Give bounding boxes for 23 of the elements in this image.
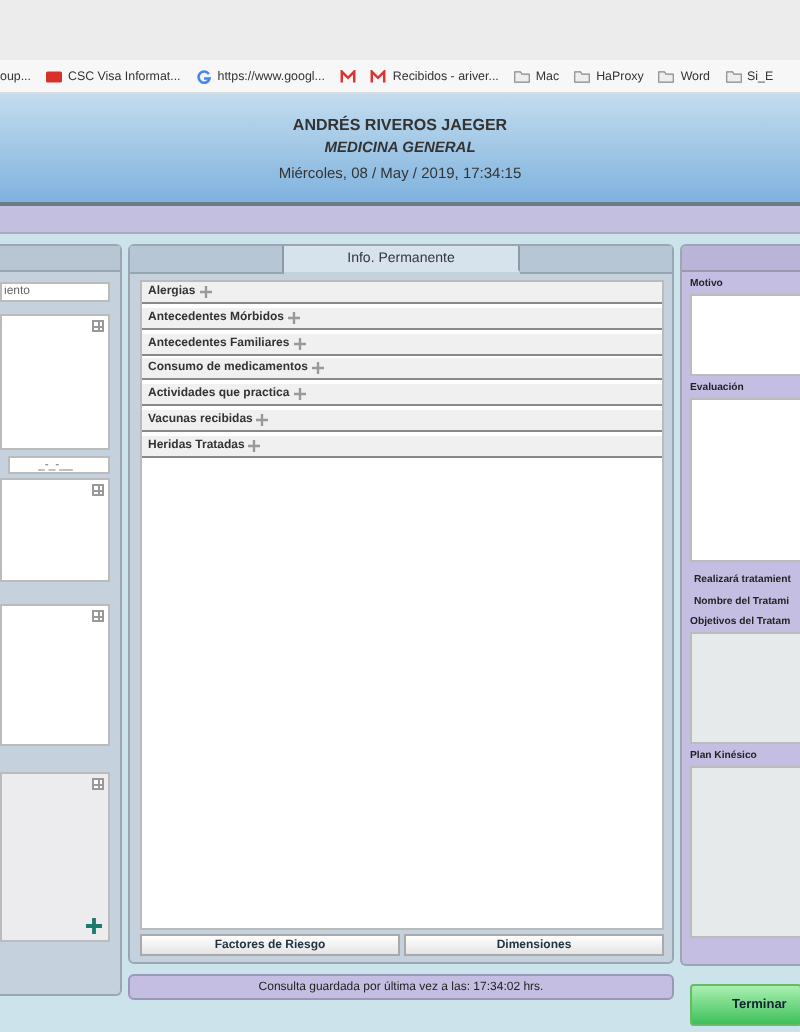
- folder-icon: [513, 69, 530, 83]
- plus-icon[interactable]: [256, 413, 269, 426]
- plus-icon[interactable]: [248, 439, 261, 452]
- card-icon: [45, 69, 62, 83]
- text-area[interactable]: [690, 398, 800, 562]
- folder-icon: [725, 69, 741, 83]
- expand-icon[interactable]: [92, 320, 104, 332]
- plus-icon[interactable]: [293, 388, 306, 401]
- add-icon[interactable]: [86, 918, 102, 934]
- plus-icon[interactable]: [288, 311, 301, 324]
- folder-icon: [658, 69, 675, 83]
- folder-icon: [574, 69, 591, 83]
- expand-icon[interactable]: [92, 778, 104, 790]
- letter-g-icon: [195, 69, 212, 83]
- tab[interactable]: [130, 246, 284, 274]
- expand-icon[interactable]: [92, 484, 104, 496]
- plus-icon[interactable]: [199, 286, 212, 298]
- patient-name: ANDRÉS RIVEROS JAEGER: [292, 116, 508, 134]
- text-area[interactable]: [690, 294, 800, 376]
- plus-icon[interactable]: [312, 362, 325, 375]
- expand-icon[interactable]: [92, 610, 104, 622]
- tab[interactable]: [520, 246, 672, 274]
- plus-icon[interactable]: [293, 337, 306, 350]
